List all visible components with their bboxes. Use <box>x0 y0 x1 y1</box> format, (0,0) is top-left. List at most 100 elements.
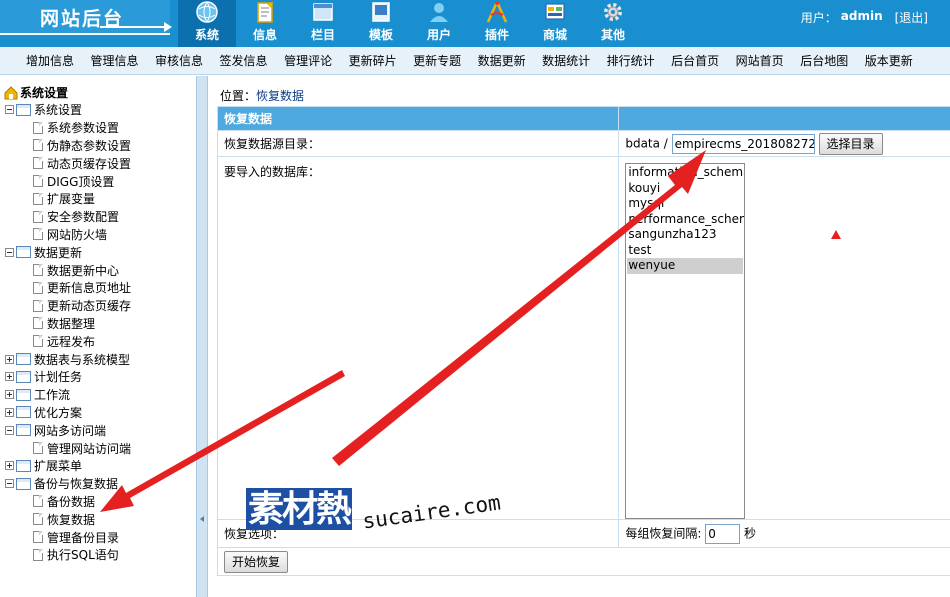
tree-item[interactable]: 扩展变量 <box>0 190 196 208</box>
nav-label: 插件 <box>484 28 509 42</box>
tree-item[interactable]: 动态页缓存设置 <box>0 154 196 172</box>
folder-icon <box>16 353 31 366</box>
tree-group[interactable]: 数据更新 <box>0 243 196 261</box>
nav-plugin[interactable]: 插件 <box>468 0 526 47</box>
nav-system[interactable]: 系统 <box>178 0 236 47</box>
tree-group[interactable]: 优化方案 <box>0 404 196 422</box>
import-db-row: 要导入的数据库： information_schema kouyi mysql … <box>216 156 950 520</box>
quick-menu-item[interactable]: 增加信息 <box>26 52 74 69</box>
quick-menu-item[interactable]: 排行统计 <box>607 52 655 69</box>
breadcrumb-current[interactable]: 恢复数据 <box>256 89 304 103</box>
tree-item[interactable]: 更新动态页缓存 <box>0 297 196 315</box>
collapse-icon[interactable] <box>5 479 14 489</box>
tree-item[interactable]: DIGG顶设置 <box>0 172 196 190</box>
expand-icon[interactable] <box>5 372 14 382</box>
page-icon <box>33 317 43 330</box>
tree-group[interactable]: 系统设置 <box>0 101 196 119</box>
database-option[interactable]: mysql <box>627 196 743 212</box>
expand-icon[interactable] <box>5 390 14 400</box>
nav-template[interactable]: 模板 <box>352 0 410 47</box>
quick-menu-item[interactable]: 签发信息 <box>220 52 268 69</box>
tree-group[interactable]: 工作流 <box>0 386 196 404</box>
tree-item[interactable]: 远程发布 <box>0 332 196 350</box>
tree-group-label: 计划任务 <box>34 370 83 385</box>
tree-item-restore-data[interactable]: 恢复数据 <box>0 510 196 528</box>
tree-group[interactable]: 扩展菜单 <box>0 457 196 475</box>
tree-item[interactable]: 备份数据 <box>0 493 196 511</box>
tree-item[interactable]: 更新信息页地址 <box>0 279 196 297</box>
page-icon <box>33 495 43 508</box>
quick-menu-item[interactable]: 审核信息 <box>155 52 203 69</box>
quick-menu-item[interactable]: 后台首页 <box>671 52 719 69</box>
tree-root[interactable]: 系统设置 <box>0 84 196 101</box>
tree-item[interactable]: 系统参数设置 <box>0 119 196 137</box>
quick-menu-item[interactable]: 更新专题 <box>413 52 461 69</box>
nav-column[interactable]: 栏目 <box>294 0 352 47</box>
interval-label: 每组恢复间隔: <box>625 526 702 540</box>
watermark-en: sucaire.com <box>361 490 503 534</box>
quick-menu-item[interactable]: 后台地图 <box>800 52 848 69</box>
tree-item[interactable]: 管理网站访问端 <box>0 439 196 457</box>
quick-menu: 增加信息 管理信息 审核信息 签发信息 管理评论 更新碎片 更新专题 数据更新 … <box>0 47 950 75</box>
quick-menu-item[interactable]: 数据更新 <box>478 52 526 69</box>
tree-group[interactable]: 计划任务 <box>0 368 196 386</box>
page-icon <box>33 210 43 223</box>
database-option[interactable]: kouyi <box>627 181 743 197</box>
tree-item-label: 扩展变量 <box>47 192 96 207</box>
tree-group[interactable]: 网站多访问端 <box>0 421 196 439</box>
tree-item[interactable]: 伪静态参数设置 <box>0 137 196 155</box>
tree-item[interactable]: 管理备份目录 <box>0 528 196 546</box>
quick-menu-item[interactable]: 管理评论 <box>284 52 332 69</box>
tree-item-label: 系统参数设置 <box>47 121 120 136</box>
sidebar-splitter[interactable] <box>196 76 208 597</box>
tree-item[interactable]: 执行SQL语句 <box>0 546 196 564</box>
quick-menu-item[interactable]: 更新碎片 <box>349 52 397 69</box>
database-option[interactable]: sangunzha123 <box>627 227 743 243</box>
quick-menu-item[interactable]: 数据统计 <box>542 52 590 69</box>
tree-item[interactable]: 数据整理 <box>0 315 196 333</box>
tree-group-label: 备份与恢复数据 <box>34 477 119 492</box>
quick-menu-item[interactable]: 版本更新 <box>865 52 913 69</box>
database-option[interactable]: test <box>627 243 743 259</box>
nav-other[interactable]: 其他 <box>584 0 642 47</box>
tree-group[interactable]: 备份与恢复数据 <box>0 475 196 493</box>
collapse-icon[interactable] <box>5 425 14 435</box>
source-dir-label: 恢复数据源目录： <box>216 130 620 157</box>
choose-dir-button[interactable]: 选择目录 <box>818 132 883 155</box>
database-option-selected[interactable]: wenyue <box>627 258 744 274</box>
tree-group-label: 数据更新 <box>34 245 83 260</box>
collapse-icon[interactable] <box>5 105 14 115</box>
import-db-label: 要导入的数据库： <box>216 156 620 520</box>
expand-icon[interactable] <box>5 354 14 364</box>
nav-label: 系统 <box>194 28 219 42</box>
collapse-icon[interactable] <box>5 247 14 257</box>
expand-icon[interactable] <box>5 461 14 471</box>
nav-user[interactable]: 用户 <box>410 0 468 47</box>
nav-info[interactable]: 信息 <box>236 0 294 47</box>
database-listbox[interactable]: information_schema kouyi mysql performan… <box>625 163 746 519</box>
form-title: 恢复数据 <box>216 106 620 131</box>
tree-item[interactable]: 安全参数配置 <box>0 208 196 226</box>
interval-input[interactable]: 0 <box>705 523 741 544</box>
form-header: 恢复数据 <box>216 106 950 131</box>
page-icon <box>33 139 43 152</box>
tree-item-label: DIGG顶设置 <box>47 174 115 189</box>
nav-shop[interactable]: 商城 <box>526 0 584 47</box>
logout-link[interactable]: [退出] <box>895 9 928 26</box>
tree-item[interactable]: 网站防火墙 <box>0 226 196 244</box>
page-icon <box>33 531 43 544</box>
user-icon <box>426 0 452 24</box>
tree-item[interactable]: 数据更新中心 <box>0 261 196 279</box>
tree-item-label: 安全参数配置 <box>47 210 120 225</box>
database-option[interactable]: performance_schema <box>627 212 744 228</box>
database-option[interactable]: information_schema <box>627 165 744 181</box>
page-icon <box>33 192 43 205</box>
quick-menu-item[interactable]: 管理信息 <box>91 52 139 69</box>
path-input[interactable]: empirecms_20180827204 <box>671 133 815 154</box>
tree-group[interactable]: 数据表与系统模型 <box>0 350 196 368</box>
folder-icon <box>16 477 31 490</box>
quick-menu-item[interactable]: 网站首页 <box>736 52 784 69</box>
user-bar: 用户： admin [退出] <box>801 9 928 26</box>
start-restore-button[interactable]: 开始恢复 <box>224 550 289 573</box>
expand-icon[interactable] <box>5 407 14 417</box>
